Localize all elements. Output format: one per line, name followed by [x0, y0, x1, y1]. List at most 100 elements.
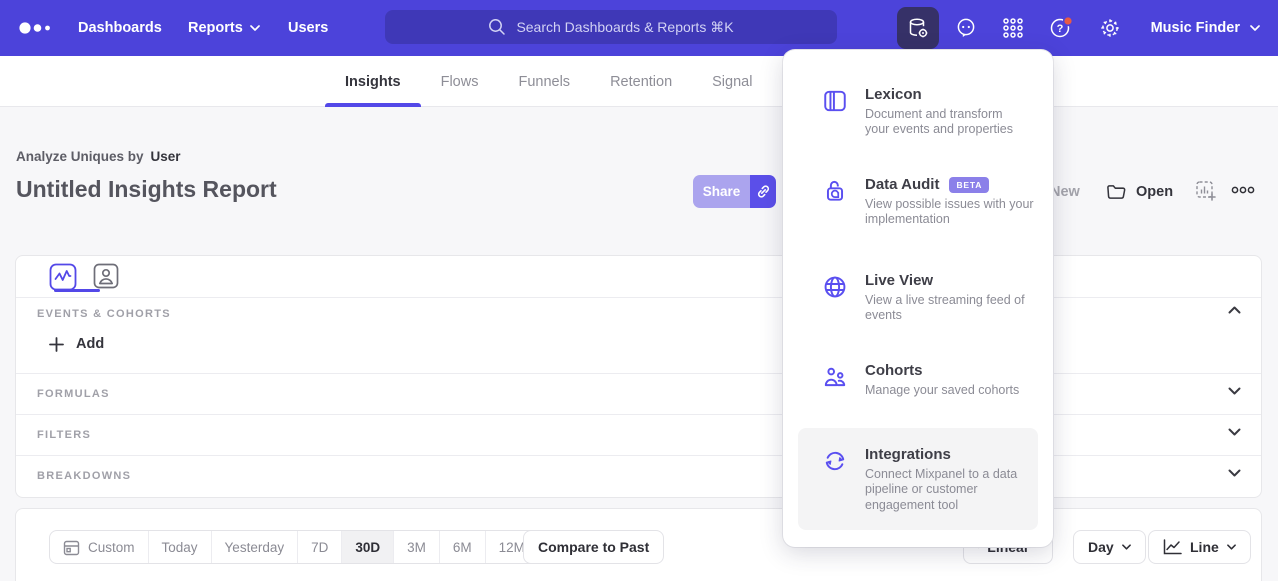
- section-formulas-label: FORMULAS: [37, 388, 110, 400]
- tab-signal-label: Signal: [712, 74, 752, 90]
- top-navigation-bar: Dashboards Reports Users Search Dashboar…: [0, 0, 1278, 56]
- chart-add-icon: [1196, 181, 1217, 202]
- feedback-button[interactable]: [945, 7, 987, 49]
- compare-to-past-button[interactable]: Compare to Past: [523, 530, 664, 564]
- beta-badge: BETA: [949, 177, 989, 193]
- chevron-down-icon: [1228, 387, 1241, 395]
- profiles-view-tab[interactable]: [93, 263, 121, 291]
- add-event-button[interactable]: Add: [49, 336, 104, 352]
- date-range-selector: Custom Today Yesterday 7D 30D 3M 6M 12M: [49, 530, 539, 564]
- nav-reports[interactable]: Reports: [188, 0, 260, 56]
- chart-type-dropdown[interactable]: Line: [1148, 530, 1251, 564]
- open-report-label: Open: [1136, 184, 1173, 200]
- range-30d[interactable]: 30D: [341, 531, 393, 563]
- report-tabs: Insights Flows Funnels Retention Signal …: [325, 56, 856, 107]
- gear-icon: [1099, 17, 1121, 39]
- lexicon-title: Lexicon: [865, 86, 922, 103]
- menu-item-lexicon[interactable]: Lexicon Document and transform your even…: [822, 86, 1037, 138]
- tab-signal[interactable]: Signal: [692, 56, 772, 107]
- integrations-title: Integrations: [865, 446, 951, 463]
- range-custom[interactable]: Custom: [50, 531, 148, 563]
- range-12m-label: 12M: [499, 540, 525, 555]
- divider: [16, 373, 1261, 374]
- report-tab-bar: Insights Flows Funnels Retention Signal …: [0, 56, 1278, 107]
- range-today[interactable]: Today: [148, 531, 211, 563]
- chevron-down-icon: [250, 25, 260, 31]
- globe-icon: [822, 274, 848, 300]
- settings-button[interactable]: [1089, 7, 1131, 49]
- search-icon: [488, 18, 506, 36]
- add-to-dashboard-button[interactable]: [1196, 181, 1217, 202]
- data-audit-description: View possible issues with your implement…: [865, 197, 1034, 228]
- expand-formulas-button[interactable]: [1228, 387, 1241, 395]
- project-switcher[interactable]: Music Finder: [1151, 0, 1260, 56]
- range-30d-label: 30D: [355, 540, 380, 555]
- section-breakdowns-label: BREAKDOWNS: [37, 470, 131, 482]
- menu-item-title: Live View: [865, 272, 1025, 289]
- apps-menu-button[interactable]: [992, 7, 1034, 49]
- expand-filters-button[interactable]: [1228, 428, 1241, 436]
- tab-retention[interactable]: Retention: [590, 56, 692, 107]
- more-actions-button[interactable]: [1231, 186, 1255, 194]
- chevron-down-icon: [1122, 544, 1131, 550]
- builder-view-tabs: [16, 256, 1261, 298]
- nav-users[interactable]: Users: [288, 0, 328, 56]
- tab-funnels[interactable]: Funnels: [498, 56, 590, 107]
- calendar-icon: [63, 539, 80, 556]
- integrations-sync-icon: [822, 448, 848, 474]
- menu-item-text: Data Audit BETA View possible issues wit…: [865, 176, 1034, 228]
- menu-item-live-view[interactable]: Live View View a live streaming feed of …: [822, 272, 1037, 324]
- nav-users-label: Users: [288, 20, 328, 36]
- range-6m[interactable]: 6M: [439, 531, 485, 563]
- nav-dashboards[interactable]: Dashboards: [78, 0, 162, 56]
- more-horizontal-icon: [1231, 186, 1255, 194]
- chevron-down-icon: [1228, 469, 1241, 477]
- page-title[interactable]: Untitled Insights Report: [16, 176, 277, 203]
- live-view-title: Live View: [865, 272, 933, 289]
- analyze-value[interactable]: User: [151, 149, 181, 164]
- tab-flows[interactable]: Flows: [421, 56, 499, 107]
- range-7d[interactable]: 7D: [297, 531, 341, 563]
- menu-item-cohorts[interactable]: Cohorts Manage your saved cohorts: [822, 362, 1037, 398]
- analyze-by-row[interactable]: Analyze Uniques byUser: [16, 149, 181, 164]
- project-name: Music Finder: [1151, 20, 1240, 36]
- range-yesterday-label: Yesterday: [225, 540, 285, 555]
- tab-flows-label: Flows: [441, 74, 479, 90]
- help-button[interactable]: ?: [1041, 7, 1083, 49]
- menu-item-title: Cohorts: [865, 362, 1019, 379]
- search-placeholder: Search Dashboards & Reports ⌘K: [516, 19, 733, 36]
- tab-retention-label: Retention: [610, 74, 672, 90]
- chevron-down-icon: [1227, 544, 1236, 550]
- tab-insights[interactable]: Insights: [325, 56, 421, 107]
- mixpanel-logo[interactable]: [18, 21, 54, 35]
- expand-breakdowns-button[interactable]: [1228, 469, 1241, 477]
- events-view-tab[interactable]: [49, 263, 77, 291]
- folder-open-icon: [1106, 183, 1127, 201]
- range-7d-label: 7D: [311, 540, 328, 555]
- activity-chart-icon: [49, 263, 77, 291]
- menu-item-text: Cohorts Manage your saved cohorts: [865, 362, 1019, 398]
- menu-item-text: Integrations Connect Mixpanel to a data …: [865, 446, 1017, 513]
- nav-dashboards-label: Dashboards: [78, 20, 162, 36]
- data-management-button[interactable]: [897, 7, 939, 49]
- range-yesterday[interactable]: Yesterday: [211, 531, 298, 563]
- feedback-bubble-icon: [955, 17, 977, 39]
- divider: [16, 414, 1261, 415]
- menu-item-data-audit[interactable]: Data Audit BETA View possible issues wit…: [822, 176, 1037, 228]
- range-3m[interactable]: 3M: [393, 531, 439, 563]
- copy-link-button[interactable]: [750, 175, 776, 208]
- menu-item-integrations[interactable]: Integrations Connect Mixpanel to a data …: [822, 446, 1037, 513]
- chevron-up-icon: [1228, 306, 1241, 314]
- interval-dropdown[interactable]: Day: [1073, 530, 1146, 564]
- help-icon: ?: [1049, 16, 1075, 40]
- share-button[interactable]: Share: [693, 175, 750, 208]
- chart-toolbar-panel: Custom Today Yesterday 7D 30D 3M 6M 12M …: [15, 508, 1262, 581]
- apps-grid-icon: [1002, 17, 1024, 39]
- search-input[interactable]: Search Dashboards & Reports ⌘K: [385, 10, 837, 44]
- collapse-events-button[interactable]: [1228, 306, 1241, 314]
- new-report-button[interactable]: New: [1050, 175, 1080, 208]
- menu-item-text: Lexicon Document and transform your even…: [865, 86, 1013, 138]
- open-report-button[interactable]: Open: [1106, 175, 1173, 208]
- data-audit-title: Data Audit: [865, 176, 939, 193]
- nav-reports-label: Reports: [188, 20, 243, 36]
